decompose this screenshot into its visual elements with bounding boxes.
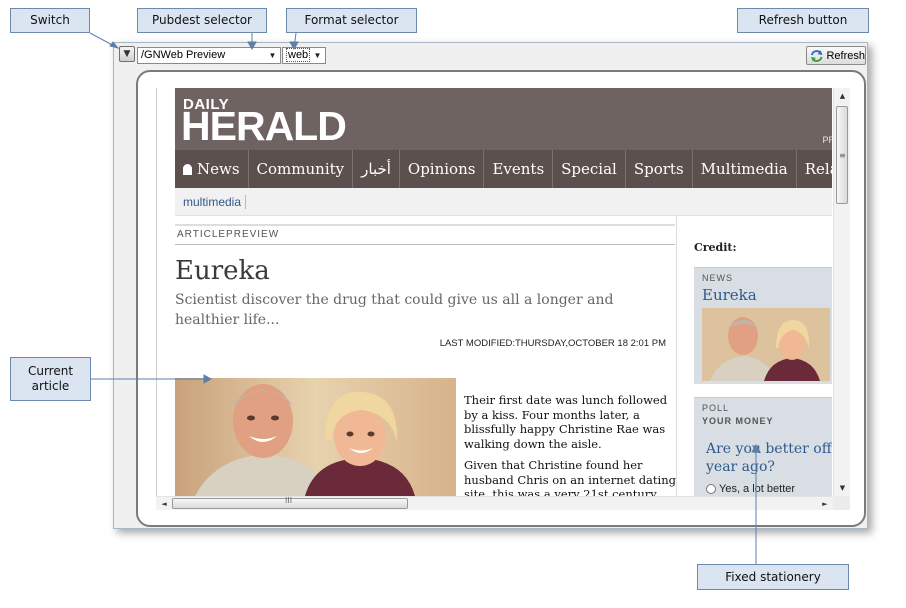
preview-frame: DAILY HERALD PR News Community أخبار Opi…	[136, 70, 866, 527]
callout-switch: Switch	[10, 8, 90, 33]
format-value: web	[286, 48, 311, 62]
poll-box: POLL YOUR MONEY Are you better off f yea…	[694, 397, 832, 496]
article-body: Their first date was lunch followed by a…	[464, 393, 676, 496]
article-photo	[175, 378, 456, 496]
poll-kicker: POLL	[702, 403, 730, 413]
refresh-button[interactable]: Refresh	[806, 46, 866, 65]
couple-photo	[175, 378, 456, 496]
chevron-down-icon: ▼	[313, 51, 322, 60]
switch-button[interactable]: ▼	[119, 46, 135, 62]
pubdest-select[interactable]: /GNWeb Preview ▼	[137, 47, 281, 64]
vertical-scroll-thumb[interactable]: ≡	[836, 106, 848, 204]
fixed-stationery-sidebar: Credit: NEWS Eureka POLL YOUR MONEY Are …	[686, 216, 832, 496]
scrollbar-corner	[833, 496, 850, 510]
last-modified: LAST MODIFIED:THURSDAY,OCTOBER 18 2:01 P…	[439, 338, 666, 349]
news-box: NEWS Eureka	[694, 267, 832, 384]
current-article: ARTICLEPREVIEW Eureka Scientist discover…	[175, 216, 677, 496]
nav-item-multimedia[interactable]: Multimedia	[693, 150, 797, 188]
nav-item-events[interactable]: Events	[484, 150, 554, 188]
grip-icon: III	[285, 496, 293, 505]
callout-pubdest-selector: Pubdest selector	[137, 8, 267, 33]
preview-window: ▼ /GNWeb Preview ▼ web ▼ Refresh DAILY H…	[113, 42, 868, 529]
masthead: DAILY HERALD PR	[175, 88, 832, 150]
radio-button[interactable]	[706, 484, 716, 494]
poll-topic: YOUR MONEY	[702, 416, 774, 426]
section-header: ARTICLEPREVIEW	[175, 224, 675, 245]
article-deck: Scientist discover the drug that could g…	[175, 292, 614, 328]
poll-option[interactable]: Yes, a lot better	[706, 483, 795, 495]
article-paragraph: Their first date was lunch followed by a…	[464, 393, 668, 451]
callout-fixed-stationery: Fixed stationery	[697, 564, 849, 590]
vertical-scrollbar[interactable]: ▲ ≡ ▼	[833, 88, 850, 496]
refresh-label: Refresh	[826, 49, 865, 62]
article-paragraph: Given that Christine found her husband C…	[464, 458, 676, 496]
pubdest-value: /GNWeb Preview	[141, 49, 226, 61]
callout-current-article: Current article	[10, 357, 91, 401]
callout-refresh-button: Refresh button	[737, 8, 869, 33]
chevron-down-icon: ▼	[268, 51, 277, 60]
news-box-title[interactable]: Eureka	[702, 286, 757, 304]
subnav-item-multimedia[interactable]: multimedia	[183, 195, 247, 209]
main-nav: News Community أخبار Opinions Events Spe…	[175, 150, 832, 188]
home-icon	[183, 163, 192, 175]
credit-label: Credit:	[694, 241, 737, 254]
callout-format-selector: Format selector	[286, 8, 417, 33]
triangle-down-icon: ▼	[123, 49, 131, 59]
web-page-content: DAILY HERALD PR News Community أخبار Opi…	[175, 88, 832, 496]
horizontal-scrollbar[interactable]: ◄ III ►	[156, 496, 833, 510]
web-page: DAILY HERALD PR News Community أخبار Opi…	[156, 88, 832, 496]
horizontal-scroll-thumb[interactable]: III	[172, 496, 408, 509]
poll-question: Are you better off f year ago?	[706, 441, 832, 475]
nav-item-opinions[interactable]: Opinions	[400, 150, 485, 188]
nav-item-special[interactable]: Special	[553, 150, 626, 188]
nav-item-relax[interactable]: Relax	[797, 150, 832, 188]
nav-item-akhbar[interactable]: أخبار	[353, 150, 400, 188]
preview-toolbar: ▼ /GNWeb Preview ▼ web ▼ Refresh	[114, 43, 867, 67]
logo-herald: HERALD	[181, 103, 347, 149]
nav-item-news[interactable]: News	[175, 150, 249, 188]
scroll-down-icon[interactable]: ▼	[834, 480, 850, 496]
format-select[interactable]: web ▼	[282, 47, 326, 64]
news-box-photo[interactable]	[702, 308, 830, 381]
couple-thumbnail	[702, 308, 830, 381]
grip-icon: ≡	[839, 151, 846, 160]
refresh-icon	[810, 49, 823, 62]
news-kicker: NEWS	[702, 273, 733, 283]
nav-item-sports[interactable]: Sports	[626, 150, 693, 188]
nav-item-community[interactable]: Community	[249, 150, 354, 188]
scroll-up-icon[interactable]: ▲	[834, 88, 850, 104]
scroll-right-icon[interactable]: ►	[817, 497, 833, 510]
scroll-left-icon[interactable]: ◄	[156, 497, 172, 510]
article-headline: Eureka	[175, 256, 270, 286]
sub-nav: multimedia	[175, 188, 832, 216]
masthead-right-text: PR	[822, 135, 832, 145]
preview-viewport: DAILY HERALD PR News Community أخبار Opi…	[156, 88, 850, 510]
